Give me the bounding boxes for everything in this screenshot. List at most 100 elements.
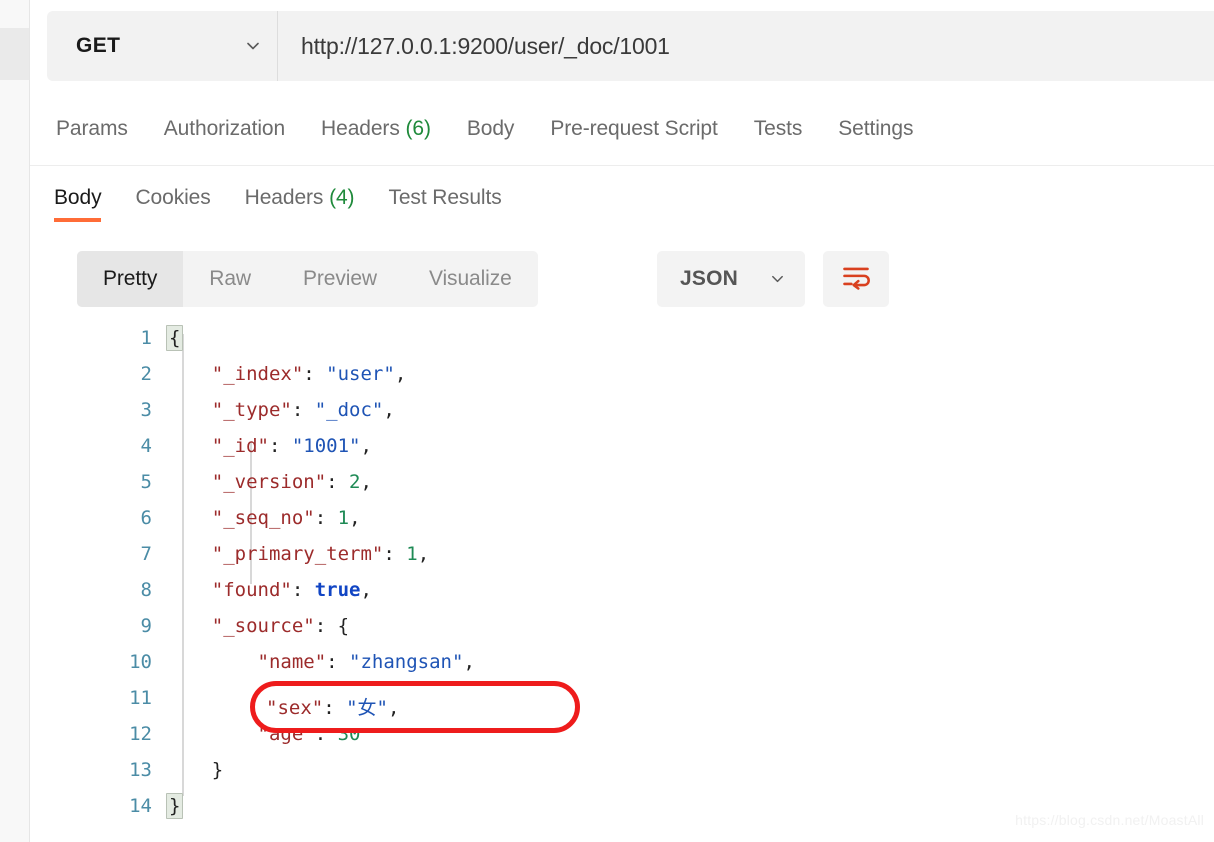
http-method-select[interactable]: GET: [47, 11, 287, 81]
response-tab-bar: Body Cookies Headers (4) Test Results: [30, 166, 1214, 230]
code-token: ,: [463, 651, 475, 673]
request-url-bar: GET http://127.0.0.1:9200/user/_doc/1001: [30, 0, 1214, 92]
code-token: "_doc": [314, 399, 384, 421]
code-line-list: 1{2 "_index": "user", 3 "_type": "_doc", 4…: [30, 320, 1214, 824]
response-tab-count: (4): [323, 186, 355, 209]
response-tab-label: Test Results: [388, 186, 502, 209]
code-token: ,: [417, 543, 430, 565]
code-line: 5 "_version": 2,: [30, 464, 1214, 500]
code-token: "sex": [266, 697, 324, 719]
line-text: "name": "zhangsan",: [166, 644, 475, 680]
code-token: ,: [387, 697, 400, 719]
view-mode-raw[interactable]: Raw: [183, 251, 277, 307]
line-number: 7: [140, 543, 152, 565]
view-mode-visualize[interactable]: Visualize: [403, 251, 538, 307]
line-number: 14: [129, 795, 152, 817]
line-number: 12: [129, 723, 152, 745]
code-token: ,: [360, 471, 372, 493]
line-number: 9: [140, 615, 152, 637]
response-format-select[interactable]: JSON: [657, 251, 805, 307]
line-number: 1: [140, 327, 152, 349]
watermark: https://blog.csdn.net/MoastAll: [1015, 812, 1204, 828]
request-tab-pre-request-script[interactable]: Pre-request Script: [550, 117, 718, 141]
code-line: 8 "found": true,: [30, 572, 1214, 608]
http-method-label: GET: [76, 34, 121, 57]
line-text: "_version": 2,: [166, 464, 372, 500]
line-number: 10: [129, 651, 152, 673]
wrap-lines-button[interactable]: [823, 251, 889, 307]
wrap-lines-icon: [841, 264, 871, 295]
code-line: 11 "sex": "女",: [30, 680, 1214, 716]
line-number: 5: [140, 471, 152, 493]
request-tab-bar: Params Authorization Headers (6) Body Pre-re…: [30, 92, 1214, 166]
request-tab-headers[interactable]: Headers (6): [321, 117, 431, 141]
response-body-code[interactable]: 1{2 "_index": "user", 3 "_type": "_doc", 4…: [30, 320, 1214, 842]
code-token: "_type": [211, 399, 292, 421]
view-mode-preview[interactable]: Preview: [277, 251, 403, 307]
view-mode-segmented-control: Pretty Raw Preview Visualize: [77, 251, 538, 307]
code-token: "user": [326, 363, 395, 385]
code-token: :: [326, 651, 350, 673]
request-tab-params[interactable]: Params: [56, 117, 128, 141]
line-text: {: [166, 320, 184, 356]
line-text: "_id": "1001",: [166, 428, 372, 464]
line-text: "_index": "user",: [166, 356, 407, 392]
code-token: :: [268, 435, 292, 457]
matching-brace: }: [166, 793, 184, 819]
chevron-down-icon: [770, 272, 785, 287]
request-tab-label: Settings: [838, 116, 914, 140]
line-text: "_source": {: [166, 608, 349, 644]
code-token: "name": [257, 651, 327, 673]
view-mode-pretty[interactable]: Pretty: [77, 251, 184, 307]
line-number: 11: [129, 687, 152, 709]
code-token: :: [326, 471, 350, 493]
response-format-label: JSON: [680, 267, 738, 290]
line-text: "found": true,: [166, 572, 372, 608]
sidebar-active-item[interactable]: [0, 28, 29, 80]
request-tab-settings[interactable]: Settings: [838, 117, 913, 141]
response-tab-headers[interactable]: Headers (4): [245, 166, 355, 210]
request-tab-body[interactable]: Body: [467, 117, 515, 141]
response-tab-body[interactable]: Body: [54, 166, 102, 222]
line-text: "_seq_no": 1,: [166, 500, 361, 536]
code-line: 2 "_index": "user",: [30, 356, 1214, 392]
code-token: "_seq_no": [211, 507, 315, 529]
response-tab-test-results[interactable]: Test Results: [388, 166, 501, 210]
response-tab-cookies[interactable]: Cookies: [135, 166, 210, 210]
line-number: 8: [140, 579, 152, 601]
code-line: 10 "name": "zhangsan",: [30, 644, 1214, 680]
code-token: :: [314, 507, 338, 529]
response-body-toolbar: Pretty Raw Preview Visualize JSON: [30, 240, 1214, 318]
code-token: 1: [337, 507, 350, 529]
line-text: }: [166, 788, 184, 824]
code-token: : {: [314, 615, 350, 637]
code-line: 1{: [30, 320, 1214, 356]
code-token: "_index": [211, 363, 304, 385]
request-tab-label: Tests: [753, 116, 803, 140]
request-tab-authorization[interactable]: Authorization: [164, 117, 285, 141]
code-token: :: [303, 363, 327, 385]
code-token: ,: [360, 579, 372, 601]
request-tab-tests[interactable]: Tests: [754, 117, 803, 141]
request-tab-label: Headers: [321, 116, 400, 140]
url-input[interactable]: http://127.0.0.1:9200/user/_doc/1001: [278, 11, 1214, 81]
code-line: 7 "_primary_term": 1,: [30, 536, 1214, 572]
response-tab-label: Body: [54, 186, 102, 209]
code-line: 9 "_source": {: [30, 608, 1214, 644]
chevron-down-icon: [245, 38, 261, 54]
response-tab-label: Headers: [244, 186, 324, 209]
code-token: :: [291, 399, 315, 421]
code-token: "found": [211, 579, 292, 601]
code-token: ,: [360, 435, 372, 457]
code-line: 6 "_seq_no": 1,: [30, 500, 1214, 536]
line-number: 2: [140, 363, 152, 385]
code-token: "女": [346, 697, 388, 719]
